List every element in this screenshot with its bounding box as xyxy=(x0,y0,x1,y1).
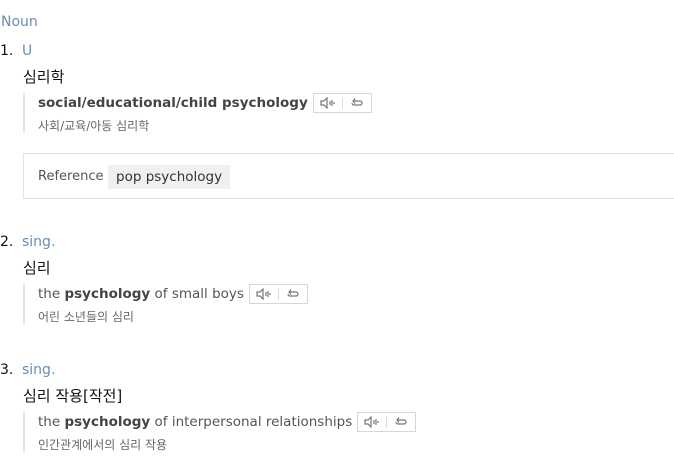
repeat-icon[interactable] xyxy=(387,413,415,431)
sense-number: 1. xyxy=(0,43,14,59)
example-block: social/educational/child psychology 사회/교… xyxy=(23,93,658,133)
repeat-icon[interactable] xyxy=(343,94,371,112)
example-audio-controls xyxy=(312,93,372,113)
usage-label: sing. xyxy=(22,362,56,378)
example-keyword: psychology xyxy=(64,414,151,430)
part-of-speech: Noun xyxy=(1,14,38,30)
sense-number: 3. xyxy=(0,362,14,378)
example-sentence-pre: the xyxy=(38,414,65,430)
sense-number: 2. xyxy=(0,234,14,250)
reference-box: Reference pop psychology xyxy=(23,153,674,199)
example-translation: 사회/교육/아동 심리학 xyxy=(38,119,150,133)
repeat-icon[interactable] xyxy=(279,285,307,303)
example-audio-controls xyxy=(357,412,417,432)
reference-label: Reference xyxy=(38,169,104,184)
sense-meaning: 심리학 xyxy=(23,68,65,86)
example-audio-controls xyxy=(248,284,308,304)
sense-meaning: 심리 xyxy=(23,259,51,277)
example-sentence-post: of small boys xyxy=(150,286,244,302)
example-block: the psychology of small boys 어린 소년들의 심리 xyxy=(23,284,658,324)
speaker-icon[interactable] xyxy=(314,94,342,112)
usage-label: U xyxy=(22,43,33,59)
example-block: the psychology of interpersonal relation… xyxy=(23,412,658,452)
usage-label: sing. xyxy=(22,234,56,250)
example-sentence: social/educational/child psychology xyxy=(38,95,308,111)
speaker-icon[interactable] xyxy=(250,285,278,303)
sense-meaning: 심리 작용[작전] xyxy=(23,387,123,405)
speaker-icon[interactable] xyxy=(358,413,386,431)
example-translation: 인간관계에서의 심리 작용 xyxy=(38,438,168,452)
example-keyword: psychology xyxy=(64,286,151,302)
reference-link[interactable]: pop psychology xyxy=(108,165,231,189)
example-sentence-post: of interpersonal relationships xyxy=(150,414,353,430)
example-sentence-pre: the xyxy=(38,286,65,302)
example-translation: 어린 소년들의 심리 xyxy=(38,310,134,324)
